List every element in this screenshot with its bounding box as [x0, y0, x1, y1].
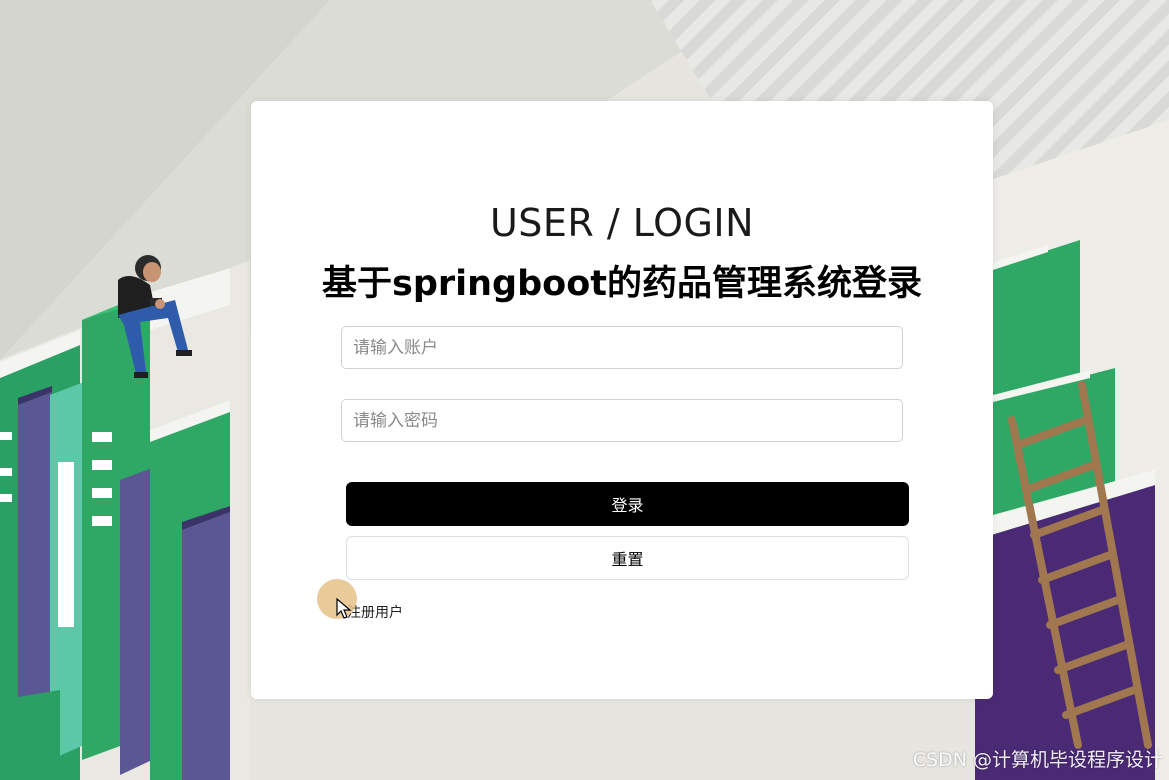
mouse-pointer-icon: [336, 598, 352, 619]
login-page: USER / LOGIN 基于springboot的药品管理系统登录 登录 重置…: [0, 0, 1169, 780]
account-input[interactable]: [341, 326, 903, 369]
reset-button[interactable]: 重置: [346, 536, 909, 580]
login-card: USER / LOGIN 基于springboot的药品管理系统登录 登录 重置…: [251, 101, 993, 699]
watermark-text: CSDN @计算机毕设程序设计: [912, 749, 1163, 771]
login-title: USER / LOGIN: [489, 201, 755, 245]
system-title: 基于springboot的药品管理系统登录: [322, 264, 922, 304]
login-button[interactable]: 登录: [346, 482, 909, 526]
password-input[interactable]: [341, 399, 903, 442]
